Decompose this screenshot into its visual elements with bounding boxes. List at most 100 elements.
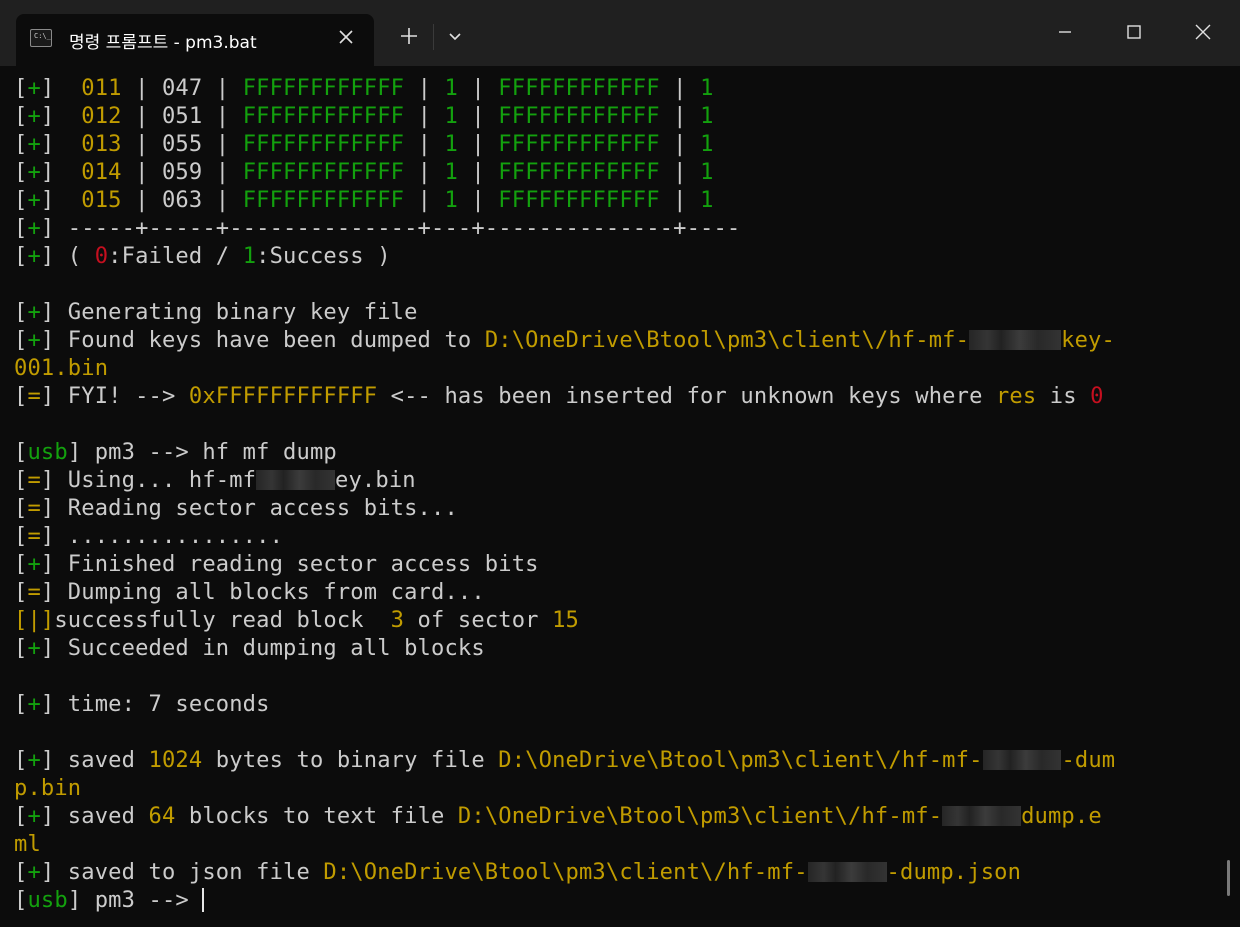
terminal-text: | 047 | [121, 75, 243, 101]
terminal-text: 1 [444, 159, 458, 185]
new-tab-plus-icon[interactable] [395, 22, 423, 50]
terminal-text: + [27, 215, 41, 241]
terminal-text: | [659, 75, 701, 101]
terminal-text: [ [14, 383, 28, 409]
chevron-down-icon[interactable] [441, 22, 469, 50]
terminal-text: | [457, 75, 499, 101]
terminal-text: | [659, 131, 701, 157]
terminal-text: FFFFFFFFFFFF [498, 103, 660, 129]
terminal-text: FFFFFFFFFFFF [242, 75, 405, 101]
terminal-line: [=] FYI! --> 0xFFFFFFFFFFFF <-- has been… [14, 382, 1214, 410]
terminal-text: ] Generating binary key file [40, 299, 418, 325]
terminal-text: :Success ) [256, 243, 391, 269]
terminal-text: ] FYI! --> [40, 383, 189, 409]
terminal-text: | [404, 131, 445, 157]
terminal-text: -dum [1061, 747, 1116, 773]
terminal-text: ] Finished reading sector access bits [40, 551, 539, 577]
terminal-line: [+] 012 | 051 | FFFFFFFFFFFF | 1 | FFFFF… [14, 102, 1214, 130]
terminal-text: successfully read block [54, 607, 391, 633]
terminal-text: ] [40, 75, 82, 101]
terminal-line: [+] 015 | 063 | FFFFFFFFFFFF | 1 | FFFFF… [14, 186, 1214, 214]
terminal-text: [ [14, 75, 28, 101]
terminal-text: [ [14, 859, 28, 885]
terminal-text: | 063 | [121, 187, 243, 213]
terminal-text: | 055 | [121, 131, 243, 157]
terminal-line: [=] Using... hf-mf ey.bin [14, 466, 1214, 494]
terminal-text: [ [14, 523, 28, 549]
terminal-icon: C:\_ [30, 29, 52, 47]
close-tab-icon[interactable] [334, 25, 358, 49]
text-cursor [202, 888, 205, 912]
terminal-text: = [27, 495, 41, 521]
tab-command-prompt[interactable]: C:\_ 명령 프롬프트 - pm3.bat [16, 14, 374, 66]
terminal-text: ] saved to json file [40, 859, 324, 885]
terminal-text: + [27, 859, 41, 885]
terminal-text: | [404, 187, 445, 213]
terminal-text: 0xFFFFFFFFFFFF [188, 383, 378, 409]
close-window-icon[interactable] [1180, 12, 1226, 52]
terminal-text: of sector [404, 607, 553, 633]
terminal-text: 1024 [148, 747, 203, 773]
terminal-text: [ [14, 495, 28, 521]
terminal-text: ey.bin [335, 467, 416, 493]
terminal-text: | [404, 75, 445, 101]
terminal-text: | 059 | [121, 159, 243, 185]
terminal-text: 0 [94, 243, 109, 269]
terminal-text: | 051 | [121, 103, 243, 129]
terminal-line: [usb] pm3 --> hf mf dump [14, 438, 1214, 466]
terminal-line: p.bin [14, 774, 1214, 802]
terminal-text: ] [40, 187, 82, 213]
terminal-text: FFFFFFFFFFFF [242, 131, 405, 157]
terminal-text: bytes to binary file [202, 747, 499, 773]
terminal-line: [+] time: 7 seconds [14, 690, 1214, 718]
terminal-icon-glyph: C:\_ [34, 32, 51, 40]
terminal-text: ] Dumping all blocks from card... [40, 579, 485, 605]
terminal-text: [ [14, 551, 28, 577]
terminal-text: 1 [444, 131, 458, 157]
terminal-text: [ [14, 691, 28, 717]
terminal-line: [+] -----+-----+--------------+---+-----… [14, 214, 1214, 242]
terminal-text: | [659, 103, 701, 129]
terminal-text: is [1036, 383, 1091, 409]
terminal-text: ] Reading sector access bits... [40, 495, 458, 521]
terminal-text: 64 [148, 803, 176, 829]
terminal-text: ] Found keys have been dumped to [40, 327, 485, 353]
terminal-line: [+] 013 | 055 | FFFFFFFFFFFF | 1 | FFFFF… [14, 130, 1214, 158]
maximize-icon[interactable] [1111, 12, 1157, 52]
terminal-text: usb [27, 887, 68, 913]
terminal-text: [ [14, 635, 28, 661]
redacted-text [982, 750, 1062, 770]
terminal-text: 1 [700, 131, 714, 157]
terminal-line: [usb] pm3 --> [14, 886, 1214, 914]
terminal-text: + [27, 551, 41, 577]
tab-title: 명령 프롬프트 - pm3.bat [69, 33, 257, 53]
terminal-text: = [27, 383, 41, 409]
terminal-line: ml [14, 830, 1214, 858]
terminal-line: [=] ................ [14, 522, 1214, 550]
terminal-text: ] ( [40, 243, 95, 269]
terminal-text: res [995, 383, 1037, 409]
minimize-icon[interactable] [1042, 12, 1088, 52]
terminal-text: [ [14, 467, 28, 493]
terminal-text: ] ................ [40, 523, 284, 549]
terminal-output[interactable]: [+] 011 | 047 | FFFFFFFFFFFF | 1 | FFFFF… [14, 74, 1214, 922]
terminal-text: FFFFFFFFFFFF [242, 159, 405, 185]
terminal-text: ml [14, 831, 41, 857]
terminal-text: | [659, 159, 701, 185]
terminal-text: | [457, 103, 499, 129]
terminal-text: [ [14, 579, 28, 605]
terminal-text: -dump.json [886, 859, 1022, 885]
terminal-text: + [27, 327, 41, 353]
terminal-text: FFFFFFFFFFFF [498, 131, 660, 157]
terminal-text: <-- has been inserted for unknown keys w… [377, 383, 996, 409]
terminal-line: [+] Found keys have been dumped to D:\On… [14, 326, 1214, 354]
terminal-text: ] -----+-----+--------------+---+-------… [40, 215, 741, 241]
terminal-text: 1 [444, 103, 458, 129]
terminal-text: 1 [444, 75, 458, 101]
scrollbar[interactable] [1227, 860, 1230, 896]
terminal-text: FFFFFFFFFFFF [498, 159, 660, 185]
terminal-text: 013 [81, 131, 122, 157]
terminal-line: [+] saved 64 blocks to text file D:\OneD… [14, 802, 1214, 830]
terminal-text: ] Succeeded in dumping all blocks [40, 635, 485, 661]
